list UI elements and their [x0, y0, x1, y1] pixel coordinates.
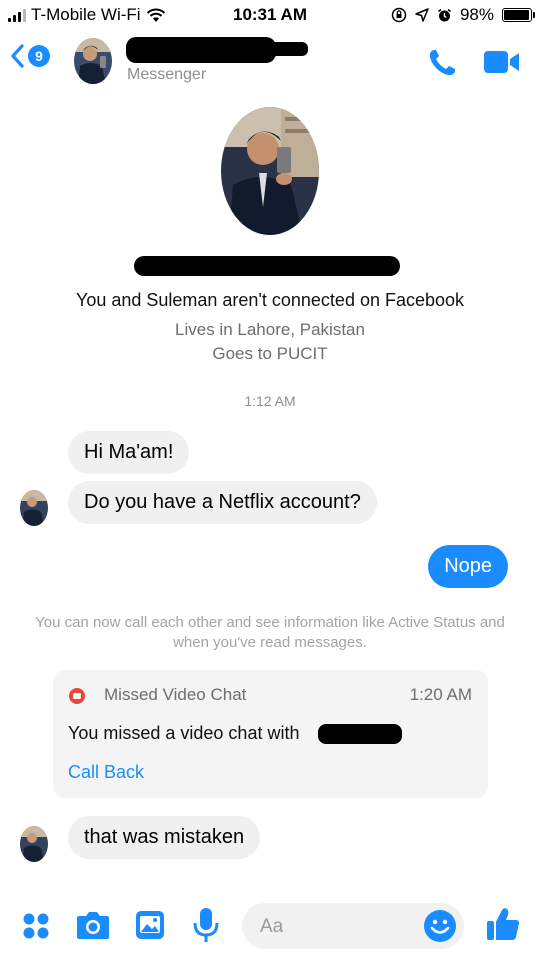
camera-button[interactable] [76, 909, 110, 946]
image-icon [136, 911, 164, 939]
camera-icon [77, 912, 109, 939]
redacted-contact-name [126, 37, 276, 63]
message-input-placeholder: Aa [260, 916, 284, 937]
sender-avatar[interactable] [20, 490, 48, 526]
video-camera-icon [484, 51, 519, 73]
sender-avatar[interactable] [20, 826, 48, 862]
battery-fill [504, 10, 530, 20]
alarm-icon [437, 8, 451, 21]
connection-notice: You can now call each other and see info… [35, 614, 505, 651]
redacted-profile-name [134, 256, 400, 276]
battery-icon [502, 8, 535, 22]
profile-school: Goes to PUCIT [212, 344, 328, 363]
message-bubble-incoming[interactable]: Hi Ma'am! [68, 431, 190, 474]
profile-photo-image [221, 107, 319, 235]
back-button[interactable]: 9 [10, 44, 50, 68]
emoji-button[interactable] [424, 910, 456, 942]
message-timestamp: 1:12 AM [244, 393, 296, 409]
gallery-button[interactable] [135, 910, 165, 945]
thumbs-up-icon [487, 908, 519, 940]
sender-avatar-image [20, 490, 48, 526]
avatar-photo [74, 38, 112, 84]
phone-icon [429, 50, 455, 76]
profile-location: Lives in Lahore, Pakistan [175, 320, 365, 339]
missed-call-time: 1:20 AM [409, 685, 472, 704]
message-bubble-incoming[interactable]: that was mistaken [68, 816, 261, 859]
profile-photo[interactable] [221, 107, 319, 235]
orientation-lock-icon [391, 7, 407, 23]
voice-clip-button[interactable] [192, 906, 220, 949]
battery-percent: 98% [459, 5, 494, 24]
message-bubble-incoming[interactable]: Do you have a Netflix account? [68, 481, 377, 524]
header-subtitle: Messenger [127, 66, 207, 83]
like-button[interactable] [486, 906, 520, 947]
video-call-button[interactable] [484, 50, 520, 79]
smiley-icon [430, 919, 450, 934]
call-back-button[interactable]: Call Back [68, 762, 144, 783]
sender-avatar-image [20, 826, 48, 862]
redacted-caller-name [318, 724, 402, 744]
unread-badge: 9 [28, 45, 50, 67]
redacted-contact-name-tail [268, 42, 308, 56]
four-dots-icon [23, 913, 49, 939]
chevron-left-icon [11, 44, 24, 68]
contact-avatar[interactable] [74, 38, 112, 84]
missed-call-card: Missed Video Chat 1:20 AM You missed a v… [53, 670, 488, 798]
microphone-icon [193, 908, 219, 942]
missed-call-title: Missed Video Chat [104, 685, 247, 704]
conversation-header: 9 Messenger [0, 30, 540, 94]
more-options-button[interactable] [22, 912, 50, 945]
status-bar: T-Mobile Wi-Fi 10:31 AM 98% [0, 0, 540, 30]
message-input[interactable]: Aa [242, 903, 464, 949]
missed-call-text: You missed a video chat with [68, 723, 300, 743]
status-right-group: 98% [391, 5, 535, 25]
voice-call-button[interactable] [426, 47, 458, 84]
location-icon [415, 8, 429, 22]
missed-video-icon [69, 688, 85, 704]
connection-note: You and Suleman aren't connected on Face… [75, 290, 465, 310]
composer-bar: Aa [0, 890, 540, 960]
message-bubble-outgoing[interactable]: Nope [428, 545, 508, 588]
